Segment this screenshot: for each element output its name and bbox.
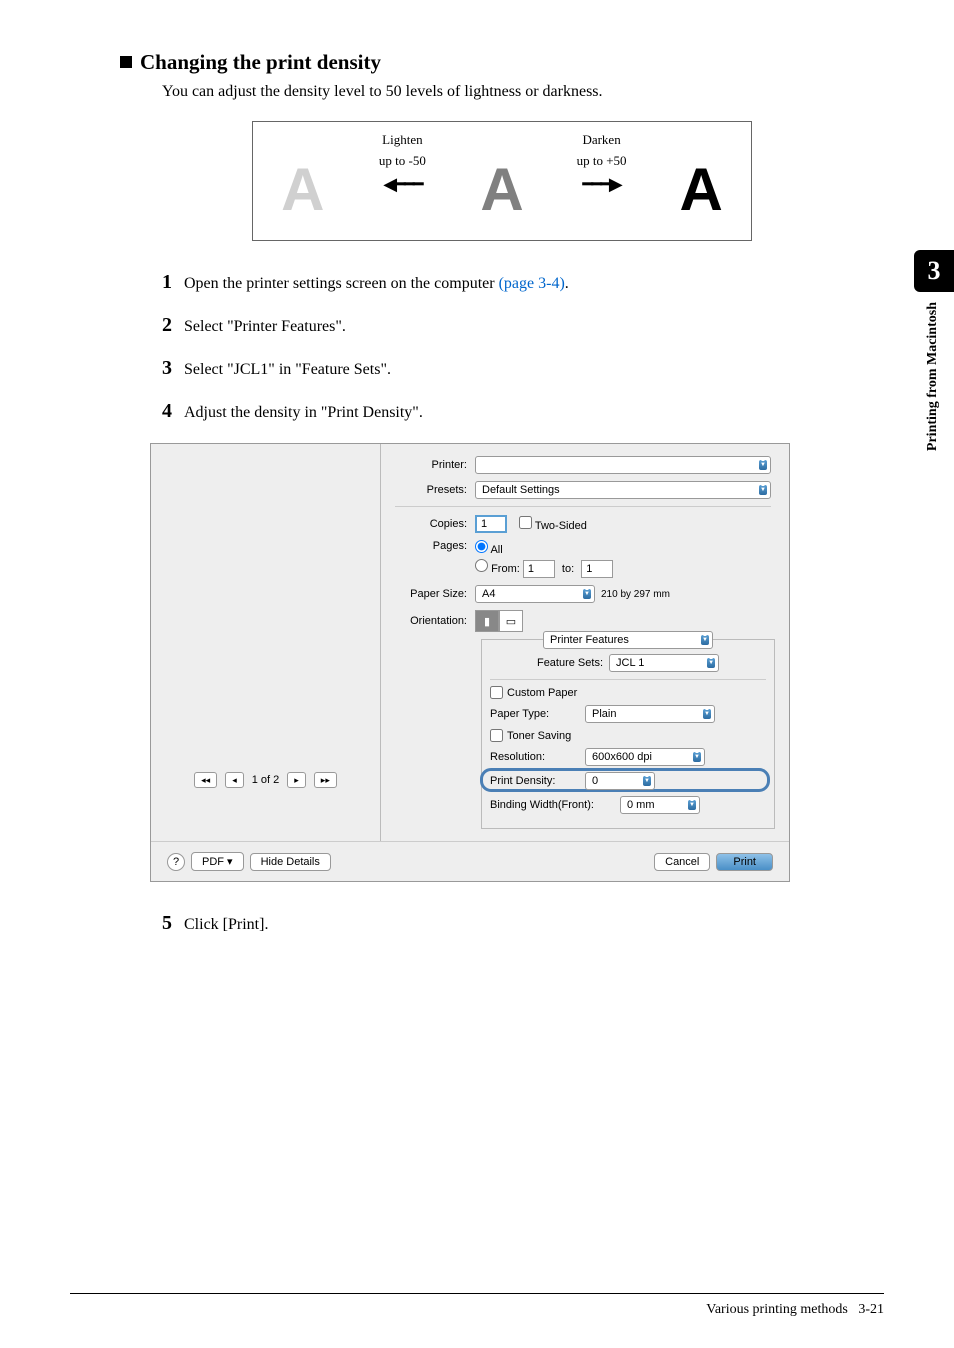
- orientation-portrait-button[interactable]: ▮: [475, 610, 499, 632]
- section-title-text: Changing the print density: [140, 50, 381, 74]
- paper-size-select[interactable]: A4▲▼: [475, 585, 595, 603]
- panel-select[interactable]: Printer Features▲▼: [543, 631, 713, 649]
- resolution-label: Resolution:: [490, 751, 585, 763]
- section-intro: You can adjust the density level to 50 l…: [162, 83, 884, 101]
- printer-select[interactable]: ▲▼: [475, 456, 771, 474]
- chapter-label: Printing from Macintosh: [914, 292, 952, 461]
- resolution-select[interactable]: 600x600 dpi▲▼: [585, 748, 705, 766]
- print-density-label: Print Density:: [490, 775, 585, 787]
- glyph-dark: A: [656, 160, 746, 220]
- footer-page: 3-21: [858, 1302, 884, 1317]
- feature-sets-select[interactable]: JCL 1▲▼: [609, 654, 719, 672]
- lighten-label2: up to -50: [358, 153, 448, 169]
- printer-label: Printer:: [395, 459, 475, 471]
- arrow-right-icon: ━━━▶: [557, 174, 647, 195]
- step-num-2: 2: [162, 314, 172, 337]
- print-dialog: ◂◂ ◂ 1 of 2 ▸ ▸▸ Printer: ▲▼ Presets: De…: [150, 443, 790, 882]
- pages-all-radio[interactable]: [475, 540, 488, 553]
- hide-details-button[interactable]: Hide Details: [250, 853, 331, 871]
- custom-paper-label: Custom Paper: [507, 687, 577, 699]
- paper-size-dims: 210 by 297 mm: [601, 589, 670, 600]
- footer-text: Various printing methods: [706, 1302, 848, 1317]
- presets-label: Presets:: [395, 484, 475, 496]
- glyph-light: A: [258, 160, 348, 220]
- custom-paper-checkbox[interactable]: [490, 686, 503, 699]
- page-footer: Various printing methods 3-21: [70, 1293, 884, 1318]
- glyph-mid: A: [457, 160, 547, 220]
- print-density-select[interactable]: 0▲▼: [585, 772, 655, 790]
- step-num-5: 5: [162, 912, 172, 935]
- step-5-text: Click [Print].: [184, 916, 268, 934]
- copies-label: Copies:: [395, 518, 475, 530]
- pages-from-radio[interactable]: [475, 559, 488, 572]
- two-sided-label: Two-Sided: [535, 520, 587, 532]
- arrow-left-icon: ◀━━━: [358, 174, 448, 195]
- side-tab: 3 Printing from Macintosh: [914, 250, 954, 461]
- step-num-3: 3: [162, 357, 172, 380]
- toner-saving-label: Toner Saving: [507, 730, 571, 742]
- darken-label1: Darken: [557, 132, 647, 148]
- settings-pane: Printer: ▲▼ Presets: Default Settings▲▼ …: [381, 444, 789, 841]
- pages-label: Pages:: [395, 540, 475, 552]
- help-button[interactable]: ?: [167, 853, 185, 871]
- presets-select[interactable]: Default Settings▲▼: [475, 481, 771, 499]
- pages-all-label: All: [490, 544, 502, 556]
- feature-box: Printer Features▲▼ Feature Sets: JCL 1▲▼…: [481, 639, 775, 829]
- preview-pane: ◂◂ ◂ 1 of 2 ▸ ▸▸: [151, 444, 381, 841]
- toner-saving-checkbox[interactable]: [490, 729, 503, 742]
- feature-sets-label: Feature Sets:: [537, 657, 603, 669]
- step-3-text: Select "JCL1" in "Feature Sets".: [184, 361, 391, 379]
- nav-first-button[interactable]: ◂◂: [194, 772, 217, 788]
- two-sided-checkbox[interactable]: [519, 516, 532, 529]
- pages-to-input[interactable]: [581, 560, 613, 578]
- pages-from-input[interactable]: [523, 560, 555, 578]
- paper-size-label: Paper Size:: [395, 588, 475, 600]
- lighten-label1: Lighten: [358, 132, 448, 148]
- nav-prev-button[interactable]: ◂: [225, 772, 244, 788]
- orientation-label: Orientation:: [395, 615, 475, 627]
- step-1-text: Open the printer settings screen on the …: [184, 275, 569, 293]
- step-2-text: Select "Printer Features".: [184, 318, 346, 336]
- step-4-text: Adjust the density in "Print Density".: [184, 404, 423, 422]
- pages-from-label: From:: [491, 563, 520, 575]
- orientation-landscape-button[interactable]: ▭: [499, 610, 523, 632]
- density-diagram: A Lighten up to -50 ◀━━━ A Darken up to …: [252, 121, 752, 241]
- cancel-button[interactable]: Cancel: [654, 853, 710, 871]
- copies-input[interactable]: [475, 515, 507, 533]
- paper-type-label: Paper Type:: [490, 708, 585, 720]
- nav-next-button[interactable]: ▸: [287, 772, 306, 788]
- section-heading: Changing the print density: [120, 50, 884, 75]
- binding-select[interactable]: 0 mm▲▼: [620, 796, 700, 814]
- print-button[interactable]: Print: [716, 853, 773, 871]
- bullet-icon: [120, 56, 132, 68]
- step-1-b: .: [565, 275, 569, 292]
- step-1-link[interactable]: (page 3-4): [499, 275, 565, 292]
- nav-last-button[interactable]: ▸▸: [314, 772, 337, 788]
- step-1-a: Open the printer settings screen on the …: [184, 275, 499, 292]
- page-indicator: 1 of 2: [252, 774, 280, 786]
- step-num-1: 1: [162, 271, 172, 294]
- binding-label: Binding Width(Front):: [490, 799, 620, 811]
- paper-type-select[interactable]: Plain▲▼: [585, 705, 715, 723]
- chapter-number: 3: [914, 250, 954, 292]
- pdf-button[interactable]: PDF ▾: [191, 852, 244, 871]
- step-num-4: 4: [162, 400, 172, 423]
- darken-label2: up to +50: [557, 153, 647, 169]
- pages-to-label: to:: [562, 563, 574, 575]
